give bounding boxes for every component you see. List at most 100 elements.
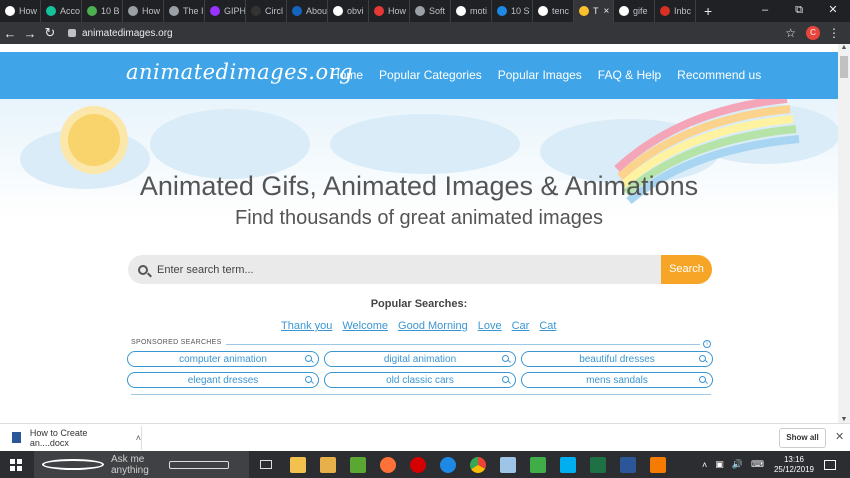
browser-tab[interactable]: Soft xyxy=(410,0,451,22)
back-icon[interactable]: ← xyxy=(0,26,20,41)
info-icon[interactable]: i xyxy=(703,340,711,348)
sponsored-search-pill[interactable]: mens sandals xyxy=(521,372,713,388)
word-document-icon xyxy=(12,432,21,443)
profile-avatar[interactable]: C xyxy=(806,26,820,40)
google-icon xyxy=(456,6,466,16)
sponsored-search-pill[interactable]: old classic cars xyxy=(324,372,516,388)
sponsored-searches-label: SPONSORED SEARCHES xyxy=(131,339,222,346)
sponsored-search-label: old classic cars xyxy=(386,374,454,386)
sponsored-search-pill[interactable]: digital animation xyxy=(324,351,516,367)
opera-icon[interactable] xyxy=(410,456,426,473)
popular-search-link[interactable]: Love xyxy=(478,320,502,332)
tab-title: T xyxy=(593,6,599,16)
taskbar-clock[interactable]: 13:16 25/12/2019 xyxy=(774,455,814,475)
new-tab-button[interactable]: + xyxy=(696,3,720,19)
popular-search-link[interactable]: Cat xyxy=(539,320,556,332)
forward-icon[interactable]: → xyxy=(20,26,40,41)
firefox-icon[interactable] xyxy=(380,456,396,473)
tab-title: How xyxy=(19,6,38,16)
nav-link[interactable]: Popular Images xyxy=(498,68,582,82)
browser-menu-icon[interactable]: ⋮ xyxy=(828,26,840,40)
minimize-icon[interactable]: – xyxy=(748,0,782,22)
h-icon xyxy=(497,6,507,16)
browser-tab[interactable]: The I xyxy=(164,0,205,22)
search-icon xyxy=(305,376,312,383)
scroll-down-icon[interactable]: ▼ xyxy=(838,416,850,423)
windows-start-icon[interactable] xyxy=(10,458,22,471)
divider xyxy=(131,394,711,395)
close-download-bar-icon[interactable]: ✕ xyxy=(835,430,844,443)
restore-icon[interactable]: ⧉ xyxy=(782,0,816,22)
browser-tab[interactable]: Abou xyxy=(287,0,328,22)
search-icon xyxy=(138,264,148,275)
windows-taskbar: Ask me anything ˄ ▣ 🔊 ⌨ 13:16 25/12/2019 xyxy=(0,451,850,478)
search-button[interactable]: Search xyxy=(661,255,712,284)
browser-tab[interactable]: 10 S xyxy=(492,0,533,22)
notification-icon[interactable] xyxy=(824,459,836,470)
feather-icon xyxy=(87,6,97,16)
scroll-up-icon[interactable]: ▲ xyxy=(838,44,850,51)
nav-link[interactable]: Popular Categories xyxy=(379,68,482,82)
address-bar[interactable]: animatedimages.org xyxy=(64,24,785,42)
popular-search-link[interactable]: Welcome xyxy=(342,320,388,332)
tab-title: How xyxy=(142,6,161,16)
nav-link[interactable]: Recommend us xyxy=(677,68,761,82)
app-icon[interactable] xyxy=(650,456,666,473)
browser-tab[interactable]: T × xyxy=(574,0,614,22)
task-view-icon[interactable] xyxy=(260,460,272,469)
edge-icon[interactable] xyxy=(440,456,456,473)
scrollbar-thumb[interactable] xyxy=(840,56,848,78)
app-icon[interactable] xyxy=(530,456,546,473)
download-item[interactable]: How to Create an....docx ˄ xyxy=(0,425,142,450)
sponsored-search-pill[interactable]: computer animation xyxy=(127,351,319,367)
page-scrollbar[interactable]: ▲ ▼ xyxy=(838,44,850,423)
search-input[interactable] xyxy=(157,263,661,276)
bookmark-star-icon[interactable]: ☆ xyxy=(785,26,796,40)
word-icon[interactable] xyxy=(620,456,636,473)
language-icon[interactable]: ⌨ xyxy=(751,459,764,470)
browser-tab[interactable]: How xyxy=(369,0,410,22)
search-icon xyxy=(305,355,312,362)
browser-tab[interactable]: How xyxy=(123,0,164,22)
chrome-icon[interactable] xyxy=(470,456,486,473)
nav-link[interactable]: FAQ & Help xyxy=(598,68,661,82)
popular-search-link[interactable]: Good Morning xyxy=(398,320,468,332)
microphone-icon[interactable] xyxy=(169,460,229,469)
reload-icon[interactable]: ↻ xyxy=(40,25,60,41)
tab-title: moti xyxy=(470,6,488,16)
sponsored-search-pill[interactable]: beautiful dresses xyxy=(521,351,713,367)
chevron-up-icon[interactable]: ˄ xyxy=(136,433,141,443)
browser-tab[interactable]: How xyxy=(0,0,41,22)
paint-icon[interactable] xyxy=(320,456,336,473)
chevron-up-icon[interactable]: ˄ xyxy=(702,460,707,470)
show-all-button[interactable]: Show all xyxy=(779,428,826,448)
google-icon xyxy=(619,6,629,16)
skype-icon[interactable] xyxy=(560,456,576,473)
file-explorer-icon[interactable] xyxy=(290,456,306,473)
cortana-search-box[interactable]: Ask me anything xyxy=(34,451,249,478)
volume-icon[interactable]: 🔊 xyxy=(732,459,743,470)
browser-tab[interactable]: obvi xyxy=(328,0,369,22)
app-icon[interactable] xyxy=(350,456,366,473)
popular-search-link[interactable]: Car xyxy=(512,320,530,332)
browser-tab[interactable]: GIPH xyxy=(205,0,246,22)
wikipedia-icon xyxy=(5,6,15,16)
sponsored-search-pill[interactable]: elegant dresses xyxy=(127,372,319,388)
cube-app-icon[interactable] xyxy=(500,456,516,473)
browser-tab[interactable]: Acco xyxy=(41,0,82,22)
browser-tab[interactable]: gife xyxy=(614,0,655,22)
popular-search-link[interactable]: Thank you xyxy=(281,320,332,332)
nav-link[interactable]: Home xyxy=(331,68,363,82)
close-window-icon[interactable]: ✕ xyxy=(816,0,850,22)
browser-tab[interactable]: Circl xyxy=(246,0,287,22)
close-tab-icon[interactable]: × xyxy=(604,6,610,17)
browser-tab[interactable]: Inbc xyxy=(655,0,696,22)
browser-tab[interactable]: 10 B xyxy=(82,0,123,22)
excel-icon[interactable] xyxy=(590,456,606,473)
browser-tab[interactable]: tenc xyxy=(533,0,574,22)
site-logo[interactable]: animatedimages.org xyxy=(126,60,353,84)
cortana-placeholder: Ask me anything xyxy=(111,453,149,476)
google-icon xyxy=(333,6,343,16)
browser-tab[interactable]: moti xyxy=(451,0,492,22)
network-icon[interactable]: ▣ xyxy=(715,459,724,470)
